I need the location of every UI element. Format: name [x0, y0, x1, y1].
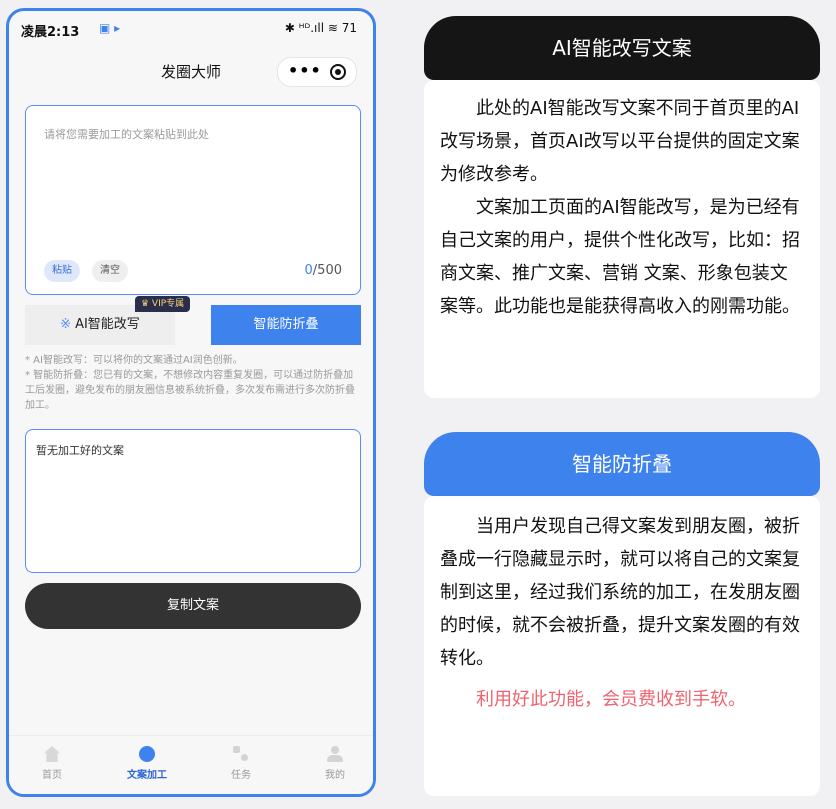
- input-placeholder: 请将您需要加工的文案粘贴到此处: [44, 128, 209, 141]
- paste-button[interactable]: 粘贴: [44, 260, 80, 282]
- signal-battery-icons: ✱ ᵸᴰ.ıll ≋ 71: [284, 21, 357, 35]
- note-ai: * AI智能改写：可以将你的文案通过AI润色创新。: [25, 355, 243, 366]
- output-empty-text: 暂无加工好的文案: [36, 444, 124, 457]
- ai-paragraph-2: 文案加工页面的AI智能改写，是为已经有自己文案的用户，提供个性化改写，比如：招商…: [440, 197, 800, 317]
- char-counter: 0/500: [304, 263, 342, 278]
- source-text-input[interactable]: 请将您需要加工的文案粘贴到此处 粘贴 清空 0/500: [25, 105, 361, 295]
- profile-icon: [327, 746, 343, 762]
- edit-icon: [139, 746, 155, 762]
- mini-program-capsule: •••: [277, 57, 357, 87]
- nav-bar: 发圈大师 •••: [9, 51, 373, 91]
- task-icon: [233, 746, 249, 762]
- copy-text-button[interactable]: 复制文案: [25, 583, 361, 629]
- note-fold: * 智能防折叠：您已有的文案，不想修改内容重复发圈，可以通过防折叠加工后发圈，避…: [25, 370, 355, 411]
- tab-me[interactable]: 我的: [305, 746, 365, 781]
- vip-badge: ♛ VIP专属: [135, 296, 191, 312]
- mode-selector: ※ AI智能改写 ♛ VIP专属 智能防折叠: [25, 296, 361, 345]
- fold-highlight: 利用好此功能，会员费收到手软。: [476, 689, 746, 710]
- tab-home[interactable]: 首页: [22, 746, 82, 781]
- tab-tasks[interactable]: 任务: [211, 746, 271, 781]
- phone-screen: 凌晨2:13 ▣ ▸ ✱ ᵸᴰ.ıll ≋ 71 发圈大师 ••• 请将您需要加…: [6, 8, 376, 797]
- home-icon: [44, 746, 60, 762]
- output-text-area[interactable]: 暂无加工好的文案: [25, 429, 361, 573]
- tab-text-processing[interactable]: 文案加工: [117, 746, 177, 781]
- status-bar: 凌晨2:13 ▣ ▸ ✱ ᵸᴰ.ıll ≋ 71: [9, 11, 373, 51]
- app-notification-icon: ▣ ▸: [99, 21, 121, 35]
- anti-fold-section-header: 智能防折叠: [424, 432, 820, 496]
- tab-bar: 首页 文案加工 任务 我的: [9, 735, 373, 794]
- clear-button[interactable]: 清空: [92, 260, 128, 282]
- status-time: 凌晨2:13: [21, 25, 80, 40]
- sparkle-icon: ※: [60, 317, 72, 332]
- ai-rewrite-section-header: AI智能改写文案: [424, 16, 820, 80]
- ai-rewrite-description-card: 此处的AI智能改写文案不同于首页里的AI改写场景，首页AI改写以平台提供的固定文…: [424, 80, 820, 398]
- close-target-icon[interactable]: [330, 64, 346, 80]
- more-icon[interactable]: •••: [288, 61, 322, 80]
- fold-paragraph-1: 当用户发现自己得文案发到朋友圈，被折叠成一行隐藏显示时，就可以将自己的文案复制到…: [440, 516, 800, 669]
- anti-fold-button[interactable]: 智能防折叠: [211, 305, 361, 345]
- ai-paragraph-1: 此处的AI智能改写文案不同于首页里的AI改写场景，首页AI改写以平台提供的固定文…: [440, 98, 800, 185]
- anti-fold-description-card: 当用户发现自己得文案发到朋友圈，被折叠成一行隐藏显示时，就可以将自己的文案复制到…: [424, 496, 820, 796]
- feature-notes: * AI智能改写：可以将你的文案通过AI润色创新。 * 智能防折叠：您已有的文案…: [25, 353, 361, 413]
